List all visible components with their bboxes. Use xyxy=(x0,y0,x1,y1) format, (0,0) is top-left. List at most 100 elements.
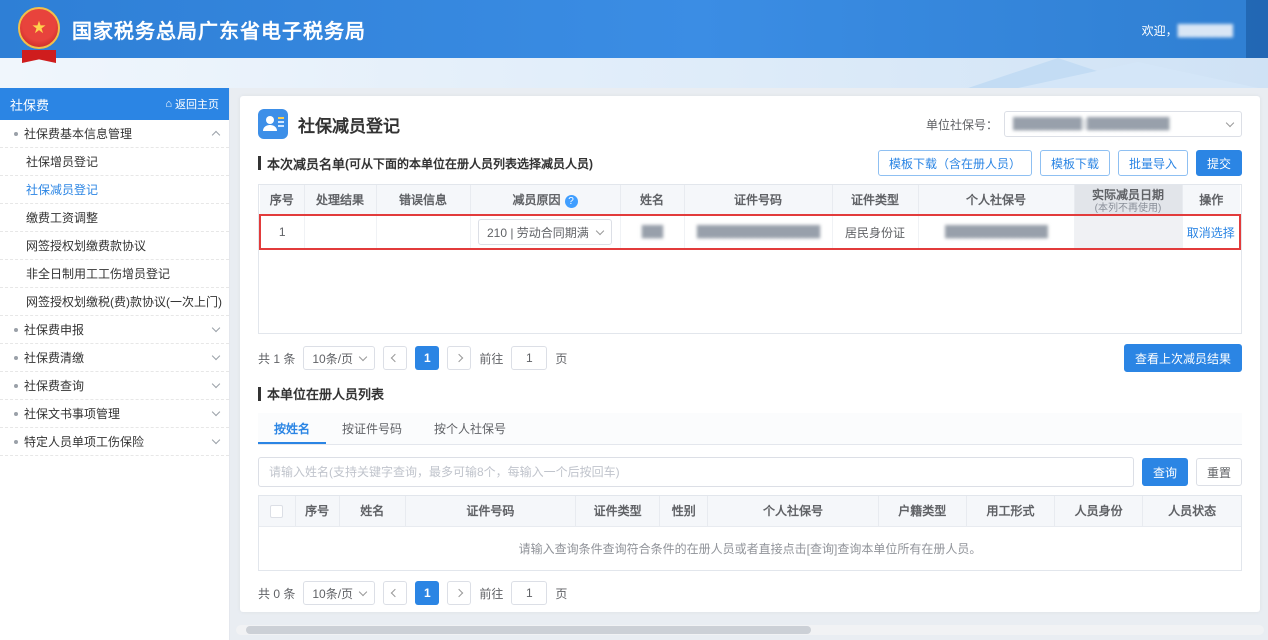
sidebar-title: 社保费 xyxy=(10,95,49,114)
chevron-right-icon xyxy=(455,354,463,362)
unit-ssn-select[interactable]: ██████████ | ████████████ xyxy=(1004,111,1242,137)
sidebar-item-esign-tax-agreement[interactable]: 网签授权划缴税(费)款协议(一次上门) xyxy=(0,288,229,316)
chevron-down-icon xyxy=(359,352,367,360)
help-icon[interactable]: ? xyxy=(565,195,578,208)
goto-label: 前往 xyxy=(479,350,503,367)
horizontal-scrollbar[interactable] xyxy=(236,625,1264,635)
top-header: ★ 国家税务总局广东省电子税务局 欢迎， ████████ xyxy=(0,0,1268,58)
page-unit-label: 页 xyxy=(555,585,567,602)
total-count: 共 0 条 xyxy=(258,585,295,602)
logo-ribbon xyxy=(22,50,56,63)
unit-ssn-value: ██████████ | ████████████ xyxy=(1013,118,1168,130)
cell-result xyxy=(304,215,376,249)
page-title: 社保减员登记 xyxy=(298,112,400,137)
page-number-button[interactable]: 1 xyxy=(415,581,439,605)
section2-title: 本单位在册人员列表 xyxy=(258,384,384,403)
pagination-1: 共 1 条 10条/页 1 前往 页 查看上次减员结果 xyxy=(258,344,1242,372)
banner-mountain-shape xyxy=(1018,62,1258,88)
welcome-prefix: 欢迎， xyxy=(1142,22,1178,39)
view-last-result-button[interactable]: 查看上次减员结果 xyxy=(1124,344,1242,372)
goto-label: 前往 xyxy=(479,585,503,602)
sidebar-item-add-person[interactable]: 社保增员登记 xyxy=(0,148,229,176)
staff-table: 序号 姓名 证件号码 证件类型 性别 个人社保号 户籍类型 用工形式 人员身份 … xyxy=(258,495,1242,571)
template-download-with-staff-button[interactable]: 模板下载（含在册人员） xyxy=(878,150,1032,176)
per-page-select[interactable]: 10条/页 xyxy=(303,581,375,605)
chevron-down-icon xyxy=(1226,118,1234,126)
sidebar-item-query[interactable]: 社保费查询 xyxy=(0,372,229,400)
scrollbar-thumb[interactable] xyxy=(246,626,811,634)
search-tabs: 按姓名 按证件号码 按个人社保号 xyxy=(258,413,1242,445)
chevron-right-icon xyxy=(455,589,463,597)
header-right-strip xyxy=(1246,0,1268,58)
cell-name: ███ xyxy=(620,215,684,249)
chevron-left-icon xyxy=(391,589,399,597)
chevron-left-icon xyxy=(391,354,399,362)
empty-row: 请输入查询条件查询符合条件的在册人员或者直接点击[查询]查询本单位所有在册人员。 xyxy=(259,526,1241,570)
chevron-down-icon xyxy=(212,352,220,360)
batch-import-button[interactable]: 批量导入 xyxy=(1118,150,1188,176)
sidebar-item-parttime-injury-add[interactable]: 非全日制用工工伤增员登记 xyxy=(0,260,229,288)
cell-seq: 1 xyxy=(260,215,304,249)
sidebar-item-esign-fee-agreement[interactable]: 网签授权划缴费款协议 xyxy=(0,232,229,260)
tab-by-personal-ssn[interactable]: 按个人社保号 xyxy=(418,413,522,444)
welcome-user[interactable]: 欢迎， ████████ xyxy=(1142,22,1232,39)
chevron-down-icon xyxy=(212,380,220,388)
select-all-checkbox[interactable] xyxy=(270,505,283,518)
cancel-select-link[interactable]: 取消选择 xyxy=(1187,226,1235,240)
next-page-button[interactable] xyxy=(447,346,471,370)
cell-action: 取消选择 xyxy=(1182,215,1240,249)
home-icon: ⌂ xyxy=(165,98,172,110)
chevron-down-icon xyxy=(596,226,604,234)
goto-page-input[interactable] xyxy=(511,346,547,370)
sidebar-item-declare[interactable]: 社保费申报 xyxy=(0,316,229,344)
chevron-up-icon xyxy=(212,131,220,139)
cell-error xyxy=(376,215,470,249)
reason-select[interactable]: 210 | 劳动合同期满 xyxy=(478,219,612,245)
pagination-2: 共 0 条 10条/页 1 前往 页 xyxy=(258,581,1242,605)
chevron-down-icon xyxy=(212,324,220,332)
site-title: 国家税务总局广东省电子税务局 xyxy=(72,15,366,44)
page-unit-label: 页 xyxy=(555,350,567,367)
back-home-link[interactable]: ⌂ 返回主页 xyxy=(165,96,219,112)
sidebar-item-payoff[interactable]: 社保费清缴 xyxy=(0,344,229,372)
table-row-selected: 1 210 | 劳动合同期满 ███ ██████████████████ xyxy=(260,215,1240,249)
page-number-button[interactable]: 1 xyxy=(415,346,439,370)
section1-title: 本次减员名单(可从下面的本单位在册人员列表选择减员人员) xyxy=(258,154,593,173)
banner xyxy=(0,58,1268,88)
prev-page-button[interactable] xyxy=(383,346,407,370)
cell-reason: 210 | 劳动合同期满 xyxy=(470,215,620,249)
sidebar-item-basic-info[interactable]: 社保费基本信息管理 xyxy=(0,120,229,148)
unit-ssn-label: 单位社保号： xyxy=(926,116,998,133)
reset-button[interactable]: 重置 xyxy=(1196,458,1242,486)
sidebar-item-wage-adjust[interactable]: 缴费工资调整 xyxy=(0,204,229,232)
chevron-down-icon xyxy=(212,436,220,444)
sidebar-item-reduce-person[interactable]: 社保减员登记 xyxy=(0,176,229,204)
sidebar: 社保费 ⌂ 返回主页 社保费基本信息管理 社保增员登记 社保减员登记 缴费工资调… xyxy=(0,88,230,640)
content-card: 社保减员登记 单位社保号： ██████████ | ████████████ … xyxy=(240,96,1260,612)
main-area: 社保减员登记 单位社保号： ██████████ | ████████████ … xyxy=(230,88,1268,640)
prev-page-button[interactable] xyxy=(383,581,407,605)
query-button[interactable]: 查询 xyxy=(1142,458,1188,486)
cell-date xyxy=(1074,215,1182,249)
cell-id-number: ██████████████████ xyxy=(684,215,832,249)
next-page-button[interactable] xyxy=(447,581,471,605)
template-download-button[interactable]: 模板下载 xyxy=(1040,150,1110,176)
submit-button[interactable]: 提交 xyxy=(1196,150,1242,176)
goto-page-input[interactable] xyxy=(511,581,547,605)
chevron-down-icon xyxy=(212,408,220,416)
username-masked: ████████ xyxy=(1178,25,1232,37)
tab-by-id-number[interactable]: 按证件号码 xyxy=(326,413,418,444)
sidebar-item-special-injury[interactable]: 特定人员单项工伤保险 xyxy=(0,428,229,456)
reduction-table: 序号 处理结果 错误信息 减员原因? 姓名 证件号码 证件类型 个人社保号 实际… xyxy=(258,184,1242,334)
chevron-down-icon xyxy=(359,587,367,595)
per-page-select[interactable]: 10条/页 xyxy=(303,346,375,370)
page-title-icon xyxy=(258,109,288,139)
cell-id-type: 居民身份证 xyxy=(832,215,918,249)
total-count: 共 1 条 xyxy=(258,350,295,367)
reduction-table-header: 序号 处理结果 错误信息 减员原因? 姓名 证件号码 证件类型 个人社保号 实际… xyxy=(260,185,1240,215)
site-logo: ★ xyxy=(16,7,62,63)
tab-by-name[interactable]: 按姓名 xyxy=(258,413,326,444)
sidebar-item-documents[interactable]: 社保文书事项管理 xyxy=(0,400,229,428)
search-input[interactable] xyxy=(258,457,1134,487)
staff-table-header: 序号 姓名 证件号码 证件类型 性别 个人社保号 户籍类型 用工形式 人员身份 … xyxy=(259,496,1241,526)
